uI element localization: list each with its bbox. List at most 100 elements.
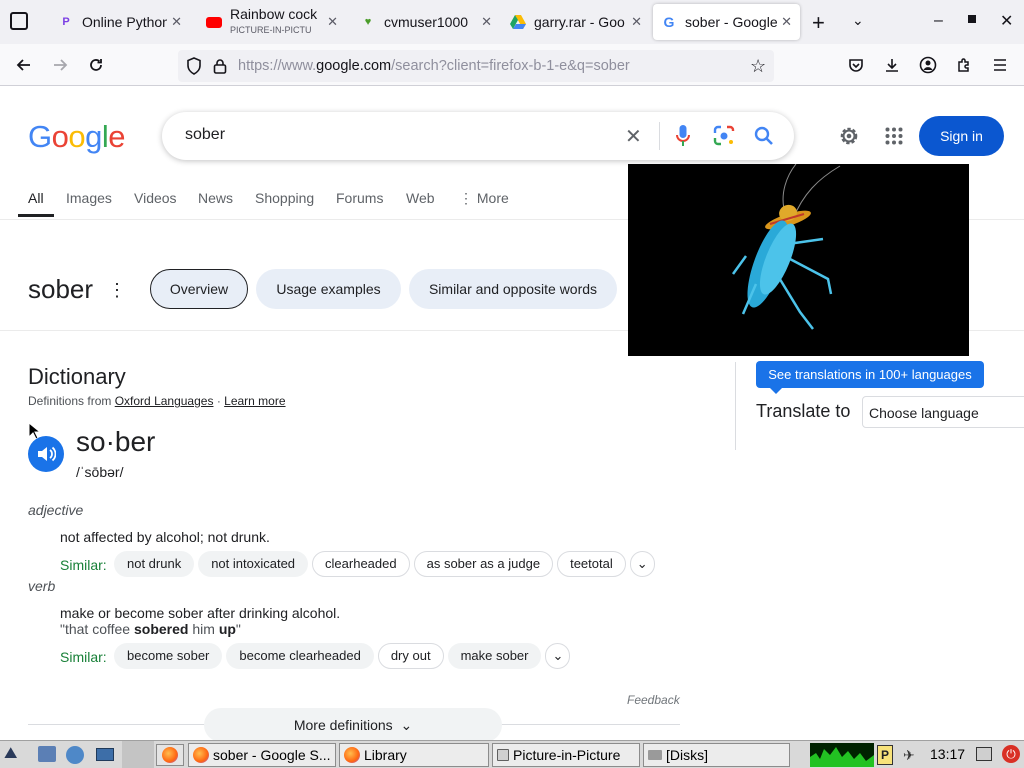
picture-in-picture-video[interactable] — [628, 164, 969, 356]
screen-icon[interactable] — [976, 747, 992, 761]
back-button[interactable] — [12, 53, 36, 77]
more-definitions-label: More definitions — [293, 717, 393, 733]
feedback-link[interactable]: Feedback — [627, 693, 680, 707]
tab-online-python[interactable]: P Online Python ✕ — [50, 4, 190, 40]
close-tab-icon[interactable]: ✕ — [781, 14, 792, 30]
workspace-switcher[interactable] — [122, 741, 154, 768]
url-bar[interactable]: https://www.google.com/search?client=fir… — [178, 50, 774, 82]
google-logo[interactable]: Google — [28, 119, 126, 155]
close-tab-icon[interactable]: ✕ — [631, 14, 642, 30]
start-menu-icon[interactable]: ⛰ — [4, 745, 17, 763]
cpu-monitor-graph — [810, 743, 874, 767]
tab-news[interactable]: News — [198, 190, 233, 206]
similar-chip[interactable]: make sober — [447, 643, 542, 669]
search-input[interactable]: sober — [185, 126, 225, 144]
lock-icon[interactable] — [213, 58, 227, 79]
speaker-icon — [38, 446, 56, 462]
taskbar-item-label: [Disks] — [666, 747, 708, 763]
forward-button[interactable] — [48, 53, 72, 77]
account-button[interactable] — [916, 53, 940, 77]
tab-videos[interactable]: Videos — [134, 190, 177, 206]
tab-shopping[interactable]: Shopping — [255, 190, 314, 206]
tab-all[interactable]: All — [28, 190, 44, 206]
similar-chip[interactable]: clearheaded — [312, 551, 410, 577]
tab-overview-icon[interactable] — [10, 12, 28, 30]
taskbar-item-pip[interactable]: Picture-in-Picture — [492, 743, 640, 767]
expand-similar-chevron-icon[interactable]: ⌄ — [629, 551, 655, 577]
close-tab-icon[interactable]: ✕ — [481, 14, 492, 30]
tab-cvmuser[interactable]: ♥ cvmuser1000 ✕ — [352, 4, 500, 40]
url-text[interactable]: https://www.google.com/search?client=fir… — [238, 58, 630, 74]
pocket-button[interactable] — [844, 53, 868, 77]
example-verb: "that coffee sobered him up" — [60, 621, 241, 637]
lens-search-icon[interactable] — [713, 125, 735, 152]
similar-chip[interactable]: dry out — [377, 643, 444, 669]
show-desktop-icon[interactable] — [96, 748, 114, 761]
chip-usage-examples[interactable]: Usage examples — [256, 269, 401, 309]
similar-chip[interactable]: not intoxicated — [198, 551, 309, 577]
example-bold: up — [218, 621, 236, 637]
search-divider — [659, 122, 660, 150]
similar-chip[interactable]: become sober — [114, 643, 223, 669]
oxford-languages-link[interactable]: Oxford Languages — [115, 394, 214, 408]
tracking-protection-shield-icon[interactable] — [186, 57, 202, 80]
clipboard-p-icon[interactable]: P — [877, 745, 893, 765]
file-manager-icon[interactable] — [38, 746, 56, 762]
firefox-launcher[interactable] — [156, 744, 184, 766]
reload-button[interactable] — [84, 53, 108, 77]
power-icon[interactable]: ⏻ — [1002, 745, 1020, 763]
close-tab-icon[interactable]: ✕ — [171, 14, 182, 30]
close-window-button[interactable]: ✕ — [1000, 11, 1013, 31]
similar-chip[interactable]: become clearheaded — [226, 643, 374, 669]
chip-overview[interactable]: Overview — [150, 269, 248, 309]
word-options-icon[interactable]: ⋮ — [108, 280, 126, 301]
search-box[interactable]: sober ✕ — [162, 112, 794, 160]
downloads-button[interactable] — [880, 53, 904, 77]
taskbar-item-sober[interactable]: sober - Google S... — [188, 743, 336, 767]
tab-forums[interactable]: Forums — [336, 190, 383, 206]
google-apps-grid-icon[interactable] — [885, 127, 903, 150]
taskbar-item-label: Library — [364, 747, 407, 763]
similar-chip[interactable]: as sober as a judge — [413, 551, 554, 577]
similar-chip[interactable]: not drunk — [114, 551, 195, 577]
tab-sober-google[interactable]: G sober - Google ✕ — [653, 4, 800, 40]
navigation-toolbar: https://www.google.com/search?client=fir… — [0, 44, 1024, 86]
search-submit-icon[interactable] — [753, 125, 775, 152]
choose-language-select[interactable]: Choose language — [862, 396, 1024, 428]
clear-search-icon[interactable]: ✕ — [625, 124, 642, 149]
back-arrow-icon — [16, 59, 30, 71]
pronounce-audio-button[interactable] — [28, 436, 64, 472]
close-tab-icon[interactable]: ✕ — [327, 14, 338, 30]
taskbar-item-library[interactable]: Library — [339, 743, 489, 767]
tab-web[interactable]: Web — [406, 190, 435, 206]
tab-images[interactable]: Images — [66, 190, 112, 206]
tab-rainbow[interactable]: Rainbow cock PICTURE-IN-PICTU ✕ — [198, 4, 346, 40]
extensions-button[interactable] — [952, 53, 976, 77]
translations-banner[interactable]: See translations in 100+ languages — [756, 361, 984, 388]
tab-title: garry.rar - Goo — [534, 14, 625, 30]
new-tab-button[interactable]: + — [812, 10, 825, 36]
network-icon[interactable]: ✈ — [903, 747, 915, 764]
bookmark-star-icon[interactable]: ☆ — [750, 56, 766, 77]
minimize-window-button[interactable]: – — [934, 12, 943, 30]
logo-letter: e — [108, 119, 126, 154]
maximize-window-button[interactable] — [968, 15, 976, 23]
voice-search-icon[interactable] — [675, 124, 691, 153]
expand-similar-chevron-icon[interactable]: ⌄ — [545, 643, 571, 669]
similar-label: Similar: — [60, 557, 107, 573]
more-definitions-button[interactable]: More definitions ⌄ — [204, 708, 502, 742]
app-menu-button[interactable] — [988, 53, 1012, 77]
taskbar-item-disks[interactable]: [Disks] — [643, 743, 790, 767]
list-tabs-chevron-icon[interactable]: ⌄ — [852, 12, 864, 29]
url-prefix: https://www. — [238, 58, 317, 74]
tab-garry-rar[interactable]: garry.rar - Goo ✕ — [502, 4, 650, 40]
learn-more-link[interactable]: Learn more — [224, 394, 285, 408]
sign-in-button[interactable]: Sign in — [919, 116, 1004, 156]
globe-icon[interactable] — [66, 746, 84, 764]
tab-more[interactable]: ⋮ More — [459, 190, 509, 207]
chip-similar-opposite[interactable]: Similar and opposite words — [409, 269, 617, 309]
similar-chips-verb: become sober become clearheaded dry out mak… — [114, 643, 574, 669]
settings-gear-icon[interactable] — [837, 124, 861, 153]
account-icon — [919, 56, 937, 74]
similar-chip[interactable]: teetotal — [557, 551, 626, 577]
